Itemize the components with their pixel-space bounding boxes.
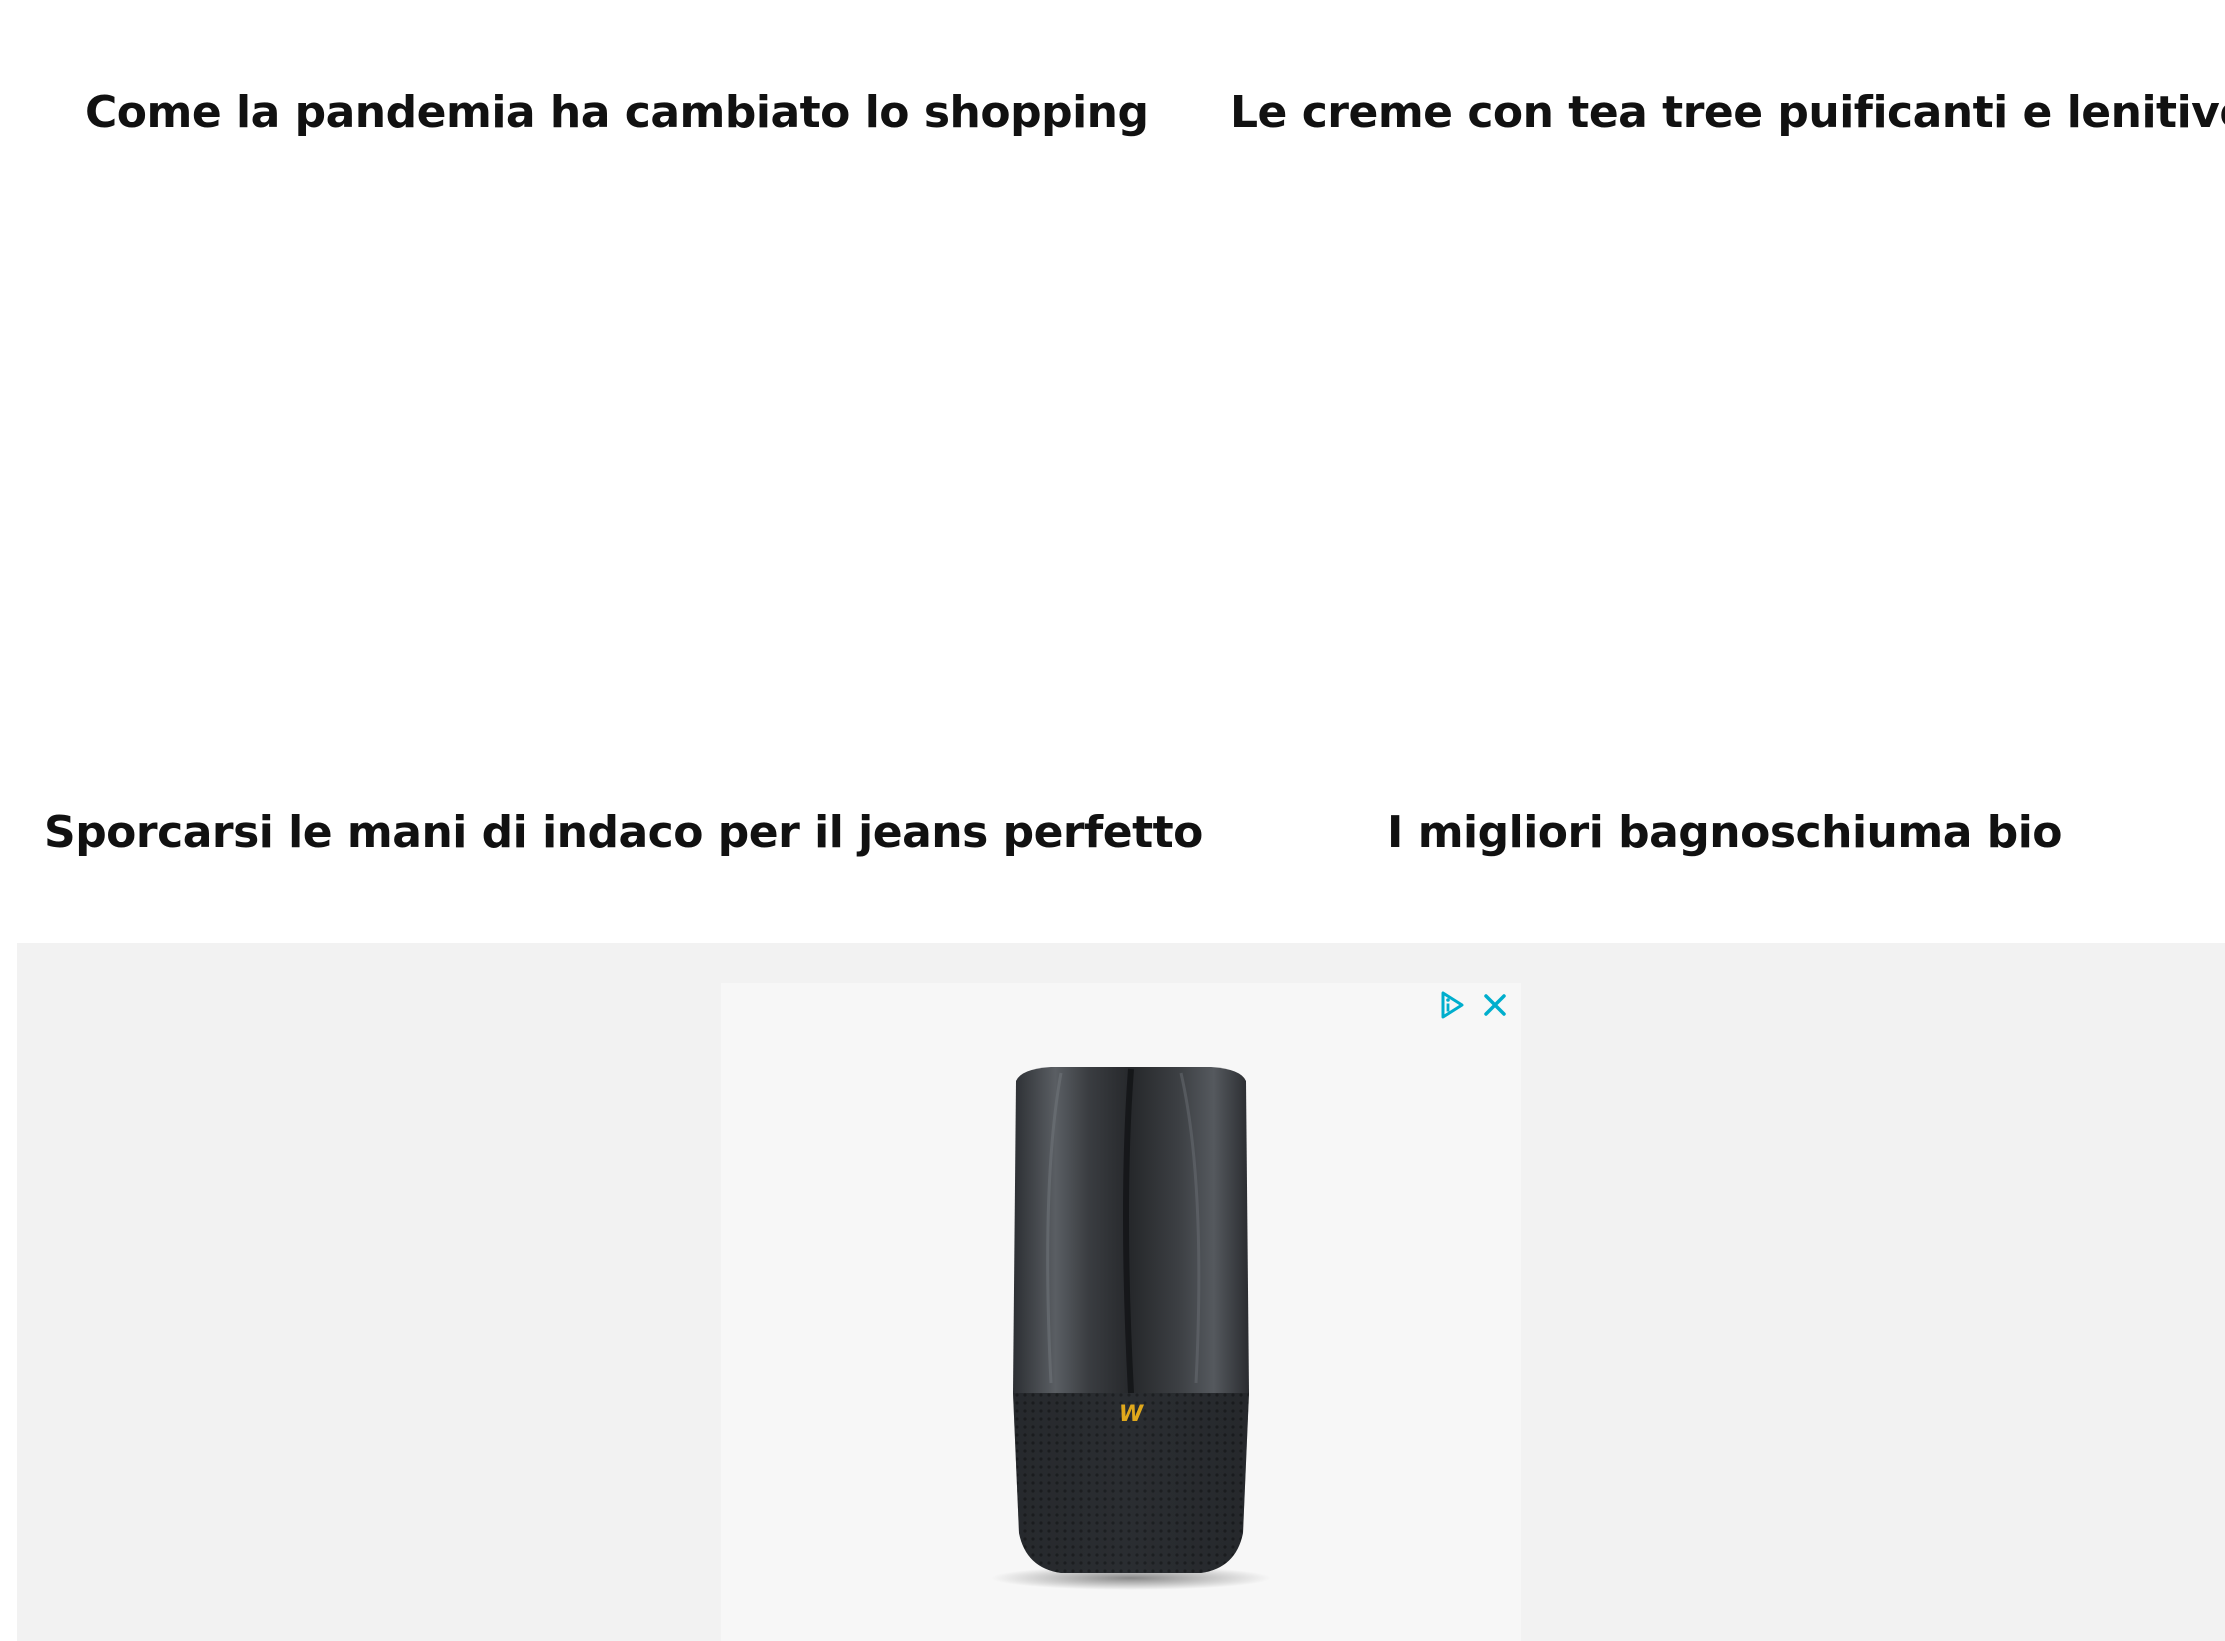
- page: Come la pandemia ha cambiato lo shopping…: [0, 0, 2225, 1641]
- article-title-link[interactable]: I migliori bagnoschiuma bio: [1387, 805, 2063, 861]
- svg-text:W: W: [1119, 1402, 1145, 1427]
- close-icon[interactable]: [1477, 987, 1513, 1023]
- air-purifier-product-image: W: [991, 1067, 1271, 1590]
- article-title-link[interactable]: Le creme con tea tree puificanti e lenit…: [1230, 85, 2225, 141]
- ad-controls: [1433, 987, 1513, 1023]
- article-title-link[interactable]: Sporcarsi le mani di indaco per il jeans…: [44, 805, 1203, 861]
- advertisement-area: W: [17, 943, 2225, 1641]
- article-title-link[interactable]: Come la pandemia ha cambiato lo shopping: [85, 85, 1149, 141]
- advertisement-banner[interactable]: W: [721, 983, 1521, 1641]
- adchoices-icon[interactable]: [1433, 987, 1469, 1023]
